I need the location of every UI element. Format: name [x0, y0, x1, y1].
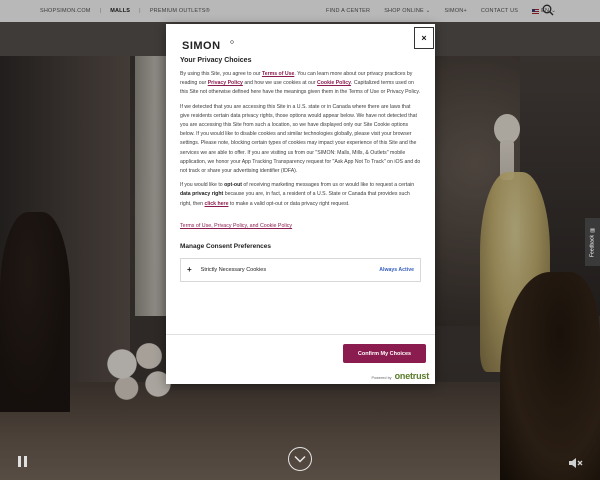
pause-button[interactable]: [15, 456, 29, 470]
privacy-dialog: SIMON × Your Privacy Choices By using th…: [166, 24, 435, 384]
intro-paragraph: By using this Site, you agree to our Ter…: [180, 71, 420, 96]
dialog-content[interactable]: Your Privacy Choices By using this Site,…: [166, 54, 435, 330]
close-button[interactable]: ×: [414, 27, 434, 49]
click-here-link[interactable]: click here: [205, 201, 229, 207]
svg-text:SIMON: SIMON: [182, 40, 221, 51]
dialog-footer: Confirm My Choices Powered by onetrust: [166, 334, 435, 384]
feedback-label: Feedback: [589, 235, 596, 258]
dialog-title: Your Privacy Choices: [180, 57, 252, 64]
opt-out-paragraph: If you would like to opt-out of receivin…: [180, 182, 415, 207]
speaker-muted-icon: [569, 458, 583, 468]
consent-label: Strictly Necessary Cookies: [200, 266, 267, 273]
feedback-tab[interactable]: Feedback ▤: [585, 218, 600, 266]
policies-link[interactable]: Terms of Use, Privacy Policy, and Cookie…: [180, 223, 421, 229]
mute-button[interactable]: [568, 456, 584, 474]
powered-by-onetrust[interactable]: Powered by onetrust: [372, 371, 430, 381]
consent-status: Always Active: [379, 266, 414, 273]
location-paragraph: If we detected that you are accessing th…: [180, 103, 421, 175]
scroll-down-button[interactable]: [288, 447, 312, 471]
plus-icon: +: [187, 265, 192, 275]
consent-heading: Manage Consent Preferences: [180, 242, 272, 250]
privacy-policy-link[interactable]: Privacy Policy: [208, 80, 243, 86]
onetrust-logo: onetrust: [394, 371, 430, 381]
consent-row-strictly-necessary[interactable]: + Strictly Necessary Cookies Always Acti…: [180, 257, 421, 282]
close-icon: ×: [421, 33, 427, 43]
confirm-choices-button[interactable]: Confirm My Choices: [343, 344, 426, 363]
cookie-policy-link[interactable]: Cookie Policy: [317, 80, 351, 86]
terms-of-use-link[interactable]: Terms of Use: [262, 71, 294, 77]
feedback-icon: ▤: [589, 226, 596, 233]
chevron-down-icon: [294, 455, 306, 463]
